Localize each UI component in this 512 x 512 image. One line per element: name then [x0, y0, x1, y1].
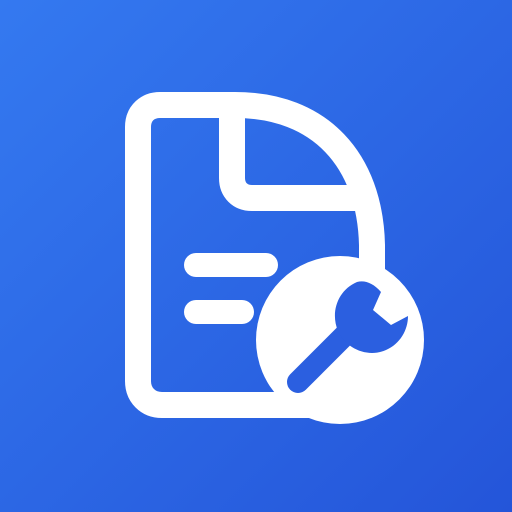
document-settings-icon — [0, 0, 512, 512]
app-icon — [0, 0, 512, 512]
